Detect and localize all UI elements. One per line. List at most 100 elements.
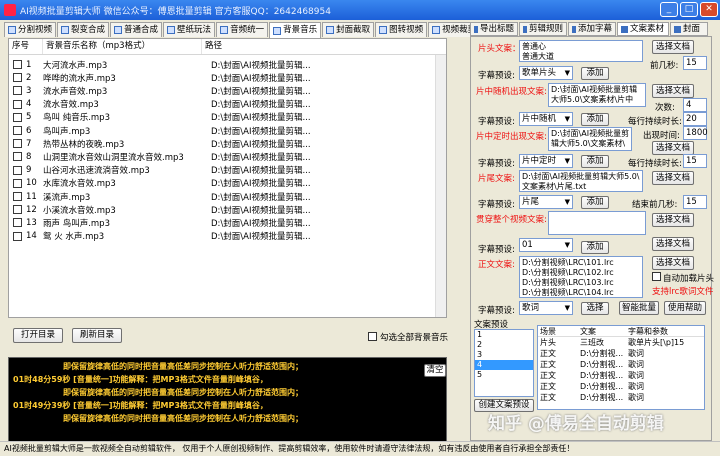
full-video-text-input[interactable] [548,211,646,235]
table-row[interactable]: 11 溪流声.mp3 D:\封面\AI视频批量剪辑... [9,190,435,203]
first-seconds-input[interactable]: 15 [683,56,707,70]
grid-row[interactable]: 片头 三班改 歌单片头[\p]15 [538,337,704,348]
row-checkbox[interactable] [13,218,22,228]
tab-edit-rules[interactable]: 剪辑规则 [519,22,567,36]
table-row[interactable]: 14 鸳 火 水声.mp3 D:\封面\AI视频批量剪辑... [9,230,435,243]
table-row[interactable]: 13 雨声 鸟叫声.mp3 D:\封面\AI视频批量剪辑... [9,216,435,229]
column-header[interactable]: 文案 [578,326,626,336]
open-dir-button[interactable]: 打开目录 [13,328,63,343]
tab-copy-material[interactable]: 文案素材 [617,22,669,36]
row-checkbox[interactable] [13,165,22,175]
table-row[interactable]: 3 流水声音效.mp3 D:\封面\AI视频批量剪辑... [9,84,435,97]
row-checkbox[interactable] [13,112,22,122]
add-preset-button[interactable]: 添加 [581,241,609,254]
table-row[interactable]: 8 山洞里流水音效山洞里流水音效.mp3 D:\封面\AI视频批量剪辑... [9,150,435,163]
row-checkbox[interactable] [13,73,22,83]
show-time-input[interactable]: 1800 [683,126,708,140]
row-checkbox[interactable] [13,60,22,69]
row-checkbox[interactable] [13,192,22,201]
select-all-music-checkbox[interactable] [368,332,377,341]
help-button[interactable]: 使用帮助 [664,301,706,315]
list-item[interactable]: 2 [475,340,533,350]
column-header[interactable]: 字幕和参数 [626,326,704,336]
add-preset-button[interactable]: 添加 [581,113,609,126]
select-doc-button[interactable]: 选择文档 [652,171,694,185]
row-checkbox[interactable] [13,205,22,215]
preset-select-full[interactable]: 01 ▼ [519,238,573,252]
head-text-input[interactable]: 普通心 普通大道 [519,40,643,62]
grid-row[interactable]: 正文 D:\分割视... 歌词 [538,348,704,359]
tab-fission[interactable]: 裂变合成 [57,22,110,37]
select-doc-button[interactable]: 选择文档 [652,237,694,251]
mid-fixed-input[interactable]: D:\封面\AI视频批量剪 辑大师5.0\文案素材\ [548,127,632,151]
grid-row[interactable]: 正文 D:\分割视... 歌词 [538,381,704,392]
row-checkbox[interactable] [13,231,22,241]
grid-row[interactable]: 正文 D:\分割视... 歌词 [538,370,704,381]
table-row[interactable]: 4 流水音效.mp3 D:\封面\AI视频批量剪辑... [9,98,435,111]
smart-batch-button[interactable]: 智能批量 [619,301,659,315]
column-header[interactable]: 背景音乐名称（mp3格式） [43,39,202,54]
row-checkbox[interactable] [13,139,22,149]
close-icon[interactable]: ✕ [700,2,718,17]
tab-bgm[interactable]: 背景音乐 [269,22,322,38]
select-doc-button[interactable]: 选择文档 [652,141,694,155]
clear-log-button[interactable]: 清空 [424,364,446,377]
refresh-dir-button[interactable]: 刷新目录 [72,328,122,343]
list-item[interactable]: 1 [475,330,533,340]
tab-wallpaper[interactable]: 壁纸玩法 [163,22,216,37]
list-item[interactable]: 3 [475,350,533,360]
row-checkbox[interactable] [13,152,22,162]
column-header[interactable]: 序号 [9,39,43,54]
table-row[interactable]: 12 小溪流水音效.mp3 D:\封面\AI视频批量剪辑... [9,203,435,216]
tail-seconds-input[interactable]: 15 [683,195,707,209]
table-row[interactable]: 7 热带丛林的夜晚.mp3 D:\封面\AI视频批量剪辑... [9,137,435,150]
times-input[interactable]: 4 [683,98,707,112]
column-header[interactable]: 路径 [202,39,446,54]
select-doc-button[interactable]: 选择文档 [652,84,694,98]
minimize-icon[interactable]: _ [660,2,678,17]
tab-split-video[interactable]: 分割视频 [4,22,57,37]
body-text-input[interactable]: D:\分割视频\LRC\101.lrc D:\分割视频\LRC\102.lrc … [519,256,643,298]
each-duration-input[interactable]: 15 [683,154,707,168]
row-checkbox[interactable] [13,99,22,109]
row-checkbox[interactable] [13,86,22,96]
list-item[interactable]: 4 [475,360,533,370]
preset-list[interactable]: 1 2 3 4 5 [474,329,534,397]
add-preset-button[interactable]: 添加 [581,196,609,209]
list-item[interactable]: 5 [475,370,533,380]
add-preset-button[interactable]: 添加 [581,67,609,80]
each-duration-input[interactable]: 20 [683,112,707,126]
preset-select-mid-fixed[interactable]: 片中定时 ▼ [519,154,573,168]
row-checkbox[interactable] [13,178,22,188]
table-row[interactable]: 1 大河流水声.mp3 D:\封面\AI视频批量剪辑... [9,58,435,71]
maximize-icon[interactable]: □ [680,2,698,17]
table-row[interactable]: 6 鸟叫声.mp3 D:\封面\AI视频批量剪辑... [9,124,435,137]
grid-row[interactable]: 正文 D:\分割视... 歌词 [538,392,704,403]
table-row[interactable]: 9 山谷河水迅速流淌音效.mp3 D:\封面\AI视频批量剪辑... [9,164,435,177]
auto-load-checkbox[interactable] [652,272,661,281]
table-row[interactable]: 10 水库流水音效.mp3 D:\封面\AI视频批量剪辑... [9,177,435,190]
preset-select-mid-random[interactable]: 片中随机 ▼ [519,112,573,126]
list-scrollbar[interactable] [435,55,446,317]
tab-audio-unify[interactable]: 音频统一 [216,22,269,37]
add-preset-button[interactable]: 添加 [581,155,609,168]
preset-select-body[interactable]: 歌词 ▼ [519,301,573,315]
tab-normal-merge[interactable]: 普通合成 [110,22,163,37]
select-doc-button[interactable]: 选择文档 [652,213,694,227]
table-row[interactable]: 5 鸟叫 纯音乐.mp3 D:\封面\AI视频批量剪辑... [9,111,435,124]
grid-row[interactable]: 正文 D:\分割视... 歌词 [538,359,704,370]
mid-random-input[interactable]: D:\封面\AI视频批量剪辑 大师5.0\文案素材\片中 [548,83,646,107]
preset-select-head[interactable]: 歌单片头 ▼ [519,66,573,80]
tab-cover-capture[interactable]: 封面截取 [322,22,375,37]
select-doc-button[interactable]: 选择文档 [652,40,694,54]
column-header[interactable]: 场景 [538,326,578,336]
tab-add-subtitle[interactable]: 添加字幕 [568,22,616,36]
tail-text-input[interactable]: D:\封面\AI视频批量剪辑大师5.0\ 文案素材\片尾.txt [519,170,643,192]
select-button[interactable]: 选择 [581,302,609,315]
tab-cover[interactable]: 封面 [670,22,708,36]
table-row[interactable]: 2 哗哗的流水声.mp3 D:\封面\AI视频批量剪辑... [9,71,435,84]
tab-export-title[interactable]: 导出标题 [470,22,518,36]
tab-image-to-video[interactable]: 图转视频 [375,22,428,37]
preset-select-tail[interactable]: 片尾 ▼ [519,195,573,209]
select-doc-button[interactable]: 选择文档 [652,256,694,270]
